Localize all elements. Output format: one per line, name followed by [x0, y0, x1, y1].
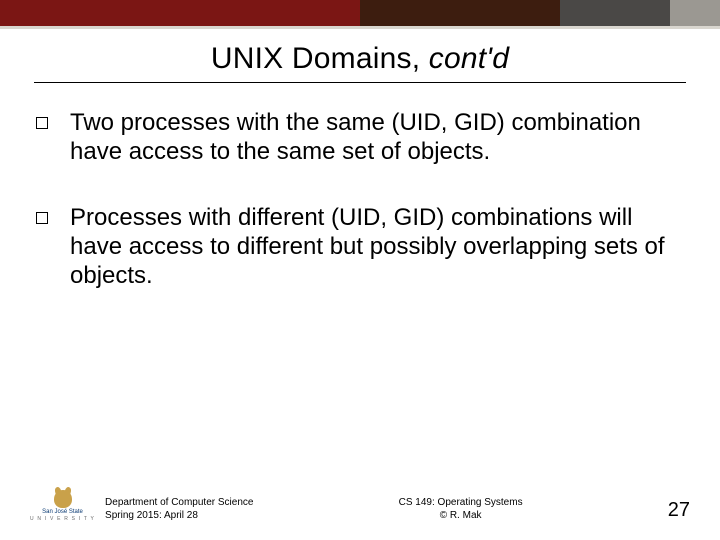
footer-center: CS 149: Operating Systems © R. Mak: [399, 497, 523, 522]
footer-left: San José State U N I V E R S I T Y Depar…: [30, 490, 253, 522]
list-item-text: Two processes with the same (UID, GID) c…: [70, 108, 676, 167]
bullet-icon: [36, 117, 48, 129]
page-number: 27: [668, 499, 690, 522]
footer-dept-line2: Spring 2015: April 28: [105, 510, 253, 523]
top-accent-bar: [0, 0, 720, 26]
list-item: Processes with different (UID, GID) comb…: [36, 203, 676, 291]
footer-course-line1: CS 149: Operating Systems: [399, 497, 523, 510]
university-logo: San José State U N I V E R S I T Y: [30, 490, 95, 522]
list-item: Two processes with the same (UID, GID) c…: [36, 108, 676, 167]
footer-dept-line1: Department of Computer Science: [105, 497, 253, 510]
slide-title-wrap: UNIX Domains, cont'd: [0, 42, 720, 76]
slide-body: Two processes with the same (UID, GID) c…: [36, 108, 676, 326]
top-accent-segment: [360, 0, 560, 26]
top-accent-segment: [560, 0, 670, 26]
title-divider: [34, 82, 686, 83]
footer-course-line2: © R. Mak: [399, 510, 523, 523]
slide-title-text: UNIX Domains,: [211, 42, 429, 75]
bullet-icon: [36, 212, 48, 224]
logo-line2: U N I V E R S I T Y: [30, 516, 95, 522]
top-accent-underline: [0, 26, 720, 29]
top-accent-segment: [0, 0, 360, 26]
list-item-text: Processes with different (UID, GID) comb…: [70, 203, 676, 291]
slide-title: UNIX Domains, cont'd: [211, 42, 509, 76]
slide-footer: San José State U N I V E R S I T Y Depar…: [30, 490, 690, 522]
slide: UNIX Domains, cont'd Two processes with …: [0, 0, 720, 540]
footer-dept: Department of Computer Science Spring 20…: [105, 497, 253, 522]
top-accent-segment: [670, 0, 720, 26]
logo-line1: San José State: [42, 509, 83, 515]
slide-title-italic: cont'd: [429, 42, 509, 75]
spartan-icon: [54, 490, 72, 508]
